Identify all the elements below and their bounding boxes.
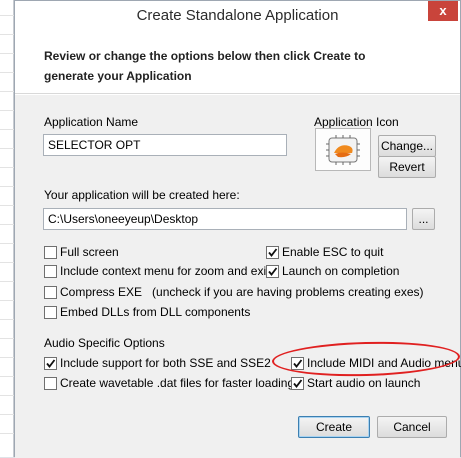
window-title: Create Standalone Application xyxy=(136,7,339,24)
sse-checkbox[interactable] xyxy=(44,357,57,370)
audio-section-label: Audio Specific Options xyxy=(44,336,165,350)
change-icon-button[interactable]: Change... xyxy=(378,135,436,157)
launch-on-completion-label: Launch on completion xyxy=(282,264,400,278)
checkmark-icon xyxy=(46,359,56,368)
checkmark-icon xyxy=(268,248,278,257)
embed-dlls-checkbox[interactable] xyxy=(44,306,57,319)
context-menu-label: Include context menu for zoom and exit xyxy=(60,264,270,278)
checkmark-icon xyxy=(293,379,303,388)
app-name-input[interactable]: SELECTOR OPT xyxy=(43,134,287,156)
start-audio-checkbox[interactable] xyxy=(291,377,304,390)
compress-exe-label: Compress EXE (uncheck if you are having … xyxy=(60,285,424,299)
create-button[interactable]: Create xyxy=(298,416,370,438)
start-audio-label: Start audio on launch xyxy=(307,376,421,390)
header-pane: Review or change the options below then … xyxy=(15,32,460,94)
close-button[interactable]: x xyxy=(428,1,458,21)
compress-exe-checkbox[interactable] xyxy=(44,286,57,299)
background-window-edge xyxy=(0,0,14,457)
browse-button[interactable]: ... xyxy=(412,208,435,230)
app-icon-preview[interactable] xyxy=(315,128,371,171)
location-label: Your application will be created here: xyxy=(44,188,240,202)
location-input[interactable]: C:\Users\oneeyeup\Desktop xyxy=(43,208,407,230)
context-menu-checkbox[interactable] xyxy=(44,265,57,278)
cancel-button[interactable]: Cancel xyxy=(377,416,447,438)
checkmark-icon xyxy=(268,267,278,276)
full-screen-label: Full screen xyxy=(60,245,119,259)
title-bar: Create Standalone Application x xyxy=(15,1,460,32)
enable-esc-checkbox[interactable] xyxy=(266,246,279,259)
app-name-label: Application Name xyxy=(44,115,139,129)
revert-icon-button[interactable]: Revert xyxy=(378,156,436,178)
wavetable-checkbox[interactable] xyxy=(44,377,57,390)
full-screen-checkbox[interactable] xyxy=(44,246,57,259)
enable-esc-label: Enable ESC to quit xyxy=(282,245,384,259)
wavetable-label: Create wavetable .dat files for faster l… xyxy=(60,376,295,390)
header-description: Review or change the options below then … xyxy=(44,49,366,83)
close-icon: x xyxy=(439,3,447,18)
sse-label: Include support for both SSE and SSE2 xyxy=(60,356,271,370)
app-icon-preview-icon xyxy=(326,135,360,165)
options-pane: Application Name SELECTOR OPT Applicatio… xyxy=(15,95,461,458)
create-standalone-dialog: Create Standalone Application x Review o… xyxy=(14,0,461,458)
embed-dlls-label: Embed DLLs from DLL components xyxy=(60,305,251,319)
launch-on-completion-checkbox[interactable] xyxy=(266,265,279,278)
app-icon-label: Application Icon xyxy=(314,115,399,129)
